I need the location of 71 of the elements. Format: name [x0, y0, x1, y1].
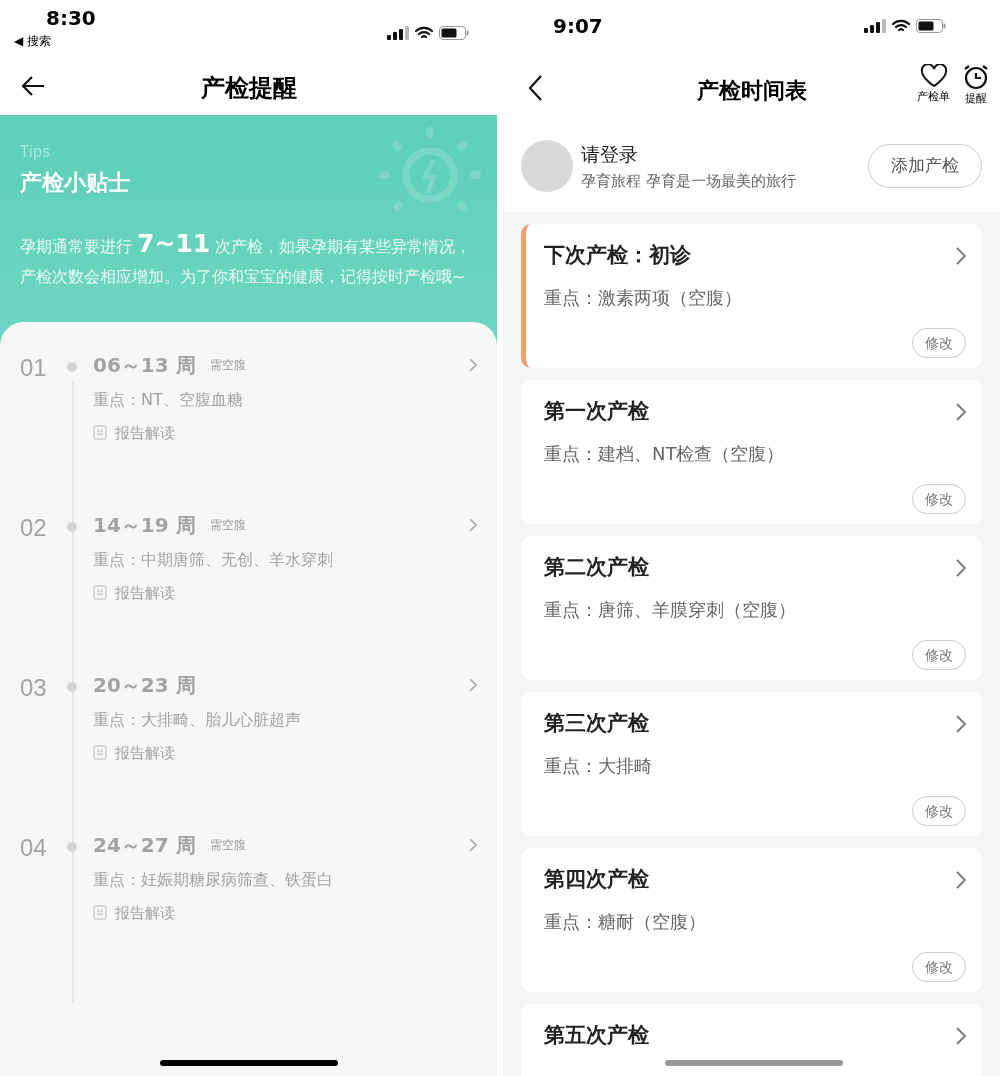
step-number: 01	[20, 352, 48, 383]
fasting-tag: 需空腹	[209, 355, 246, 374]
document-icon	[93, 585, 107, 601]
focus-text: 重点：NT、空腹血糖	[93, 388, 244, 411]
toolbar-button[interactable]: 提醒	[962, 64, 990, 108]
checkup-title: 第四次产检	[544, 866, 649, 893]
back-to-app-link[interactable]: ◀ 搜索	[14, 32, 96, 50]
fasting-tag: 需空腹	[209, 515, 246, 534]
week-range: 20～23 周	[93, 671, 196, 699]
step-number: 03	[20, 672, 48, 703]
document-icon	[93, 905, 107, 921]
checkup-card[interactable]: 第一次产检 重点：建档、NT检查（空腹） 修改	[521, 380, 982, 524]
chevron-left-icon	[527, 74, 543, 102]
chevron-right-icon[interactable]	[469, 837, 477, 852]
heart-icon	[919, 64, 948, 88]
alarm-clock-icon	[962, 64, 990, 90]
tips-text: 孕期通常要进行 7~11 次产检，如果孕期有某些异常情况，产检次数会相应增加。为了你和宝宝的健康，记得按时产检哦~	[20, 228, 473, 288]
focus-text: 重点：大排畸、胎儿心脏超声	[93, 708, 302, 731]
status-time: 9:07	[553, 14, 603, 40]
toolbar-button[interactable]: 产检单	[917, 64, 950, 108]
week-range: 24～27 周	[93, 831, 196, 859]
chevron-right-icon	[956, 558, 966, 577]
chevron-right-icon[interactable]	[469, 357, 477, 372]
checkup-card[interactable]: 第二次产检 重点：唐筛、羊膜穿刺（空腹） 修改	[521, 536, 982, 680]
chevron-right-icon	[956, 1026, 966, 1045]
signal-icon	[387, 26, 409, 40]
tips-label: Tips	[20, 142, 52, 163]
focus-text: 重点：妊娠期糖尿病筛查、铁蛋白	[93, 868, 334, 891]
fasting-tag: 需空腹	[209, 835, 246, 854]
chevron-right-icon[interactable]	[469, 517, 477, 532]
checkup-title: 第五次产检	[544, 1022, 649, 1049]
status-time: 8:30	[45, 6, 96, 30]
chevron-right-icon	[956, 714, 966, 733]
chevron-right-icon	[956, 870, 966, 889]
user-subtitle: 孕育旅程 孕育是一场最美的旅行	[581, 171, 796, 192]
focus-text: 重点：建档、NT检查（空腹）	[544, 441, 786, 466]
checkup-card[interactable]: 下次产检：初诊 重点：激素两项（空腹） 修改	[521, 224, 982, 368]
page-title: 产检提醒	[200, 72, 297, 104]
checkup-title: 第三次产检	[544, 710, 649, 737]
focus-text: 重点：唐筛、羊膜穿刺（空腹）	[544, 597, 797, 622]
signal-icon	[864, 19, 886, 33]
wifi-icon	[892, 19, 910, 33]
chevron-right-icon	[956, 246, 966, 265]
focus-text: 重点：激素两项（空腹）	[544, 285, 743, 310]
checkup-title: 第一次产检	[544, 398, 649, 425]
step-number: 02	[20, 512, 48, 543]
checkup-card[interactable]: 第四次产检 重点：糖耐（空腹） 修改	[521, 848, 982, 992]
checkup-card[interactable]: 第三次产检 重点：大排畸 修改	[521, 692, 982, 836]
checkup-title: 下次产检：初诊	[544, 242, 691, 269]
week-range: 06～13 周	[93, 351, 196, 379]
wifi-icon	[415, 26, 433, 40]
back-button[interactable]	[20, 74, 46, 98]
chevron-right-icon[interactable]	[469, 677, 477, 692]
login-prompt[interactable]: 请登录	[581, 139, 796, 168]
checkup-card[interactable]: 第五次产检	[521, 1004, 982, 1076]
back-arrow-icon	[20, 74, 46, 98]
chevron-right-icon	[956, 402, 966, 421]
document-icon	[93, 425, 107, 441]
focus-text: 重点：糖耐（空腹）	[544, 909, 707, 934]
page-title: 产检时间表	[696, 76, 807, 105]
avatar	[521, 140, 573, 192]
step-number: 04	[20, 832, 48, 863]
tips-title: 产检小贴士	[20, 168, 131, 197]
document-icon	[93, 745, 107, 761]
battery-icon	[439, 26, 469, 40]
focus-text: 重点：中期唐筛、无创、羊水穿刺	[93, 548, 334, 571]
back-button[interactable]	[527, 74, 543, 102]
battery-icon	[916, 19, 946, 33]
checkup-title: 第二次产检	[544, 554, 649, 581]
week-range: 14～19 周	[93, 511, 196, 539]
focus-text: 重点：大排畸	[544, 753, 653, 778]
